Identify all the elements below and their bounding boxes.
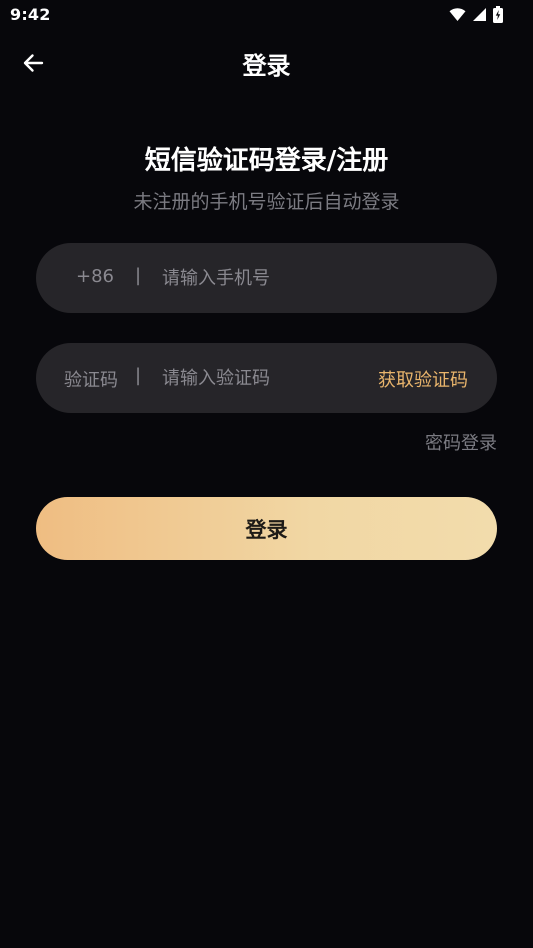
get-code-button[interactable]: 获取验证码 [378, 366, 468, 392]
status-time: 9:42 [10, 5, 51, 24]
login-heading: 短信验证码登录/注册 [144, 146, 389, 176]
battery-charging-icon [493, 6, 503, 23]
phone-field-divider: | [135, 265, 142, 286]
country-code[interactable]: +86 [76, 266, 114, 287]
wifi-icon [449, 7, 466, 22]
password-login-link[interactable]: 密码登录 [425, 429, 497, 455]
header: 登录 [0, 40, 533, 86]
phone-input[interactable] [162, 243, 362, 313]
phone-field: +86 | [36, 243, 497, 313]
status-icons [449, 6, 503, 23]
code-input[interactable] [162, 343, 362, 413]
login-button[interactable]: 登录 [36, 497, 497, 560]
page-title: 登录 [242, 52, 291, 80]
status-bar: 9:42 [0, 0, 533, 30]
code-field-divider: | [135, 365, 142, 386]
code-field: 验证码 | 获取验证码 [36, 343, 497, 413]
login-subheading: 未注册的手机号验证后自动登录 [133, 191, 400, 213]
code-field-label: 验证码 [64, 370, 118, 391]
login-button-label: 登录 [245, 517, 288, 542]
cellular-signal-icon [472, 7, 487, 22]
login-screen: 9:42 登录 短信验证码登录/注册 未注册的手机号验证后自动登录 +86 | … [0, 0, 533, 948]
